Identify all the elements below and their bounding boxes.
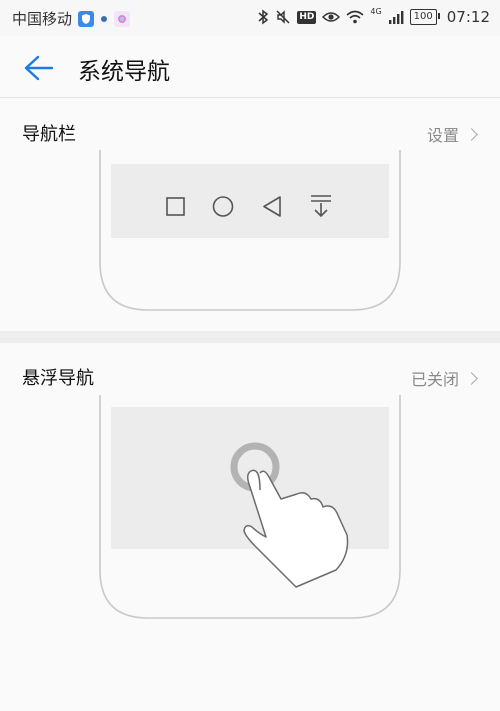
chevron-right-icon bbox=[465, 371, 478, 385]
floating-nav-label: 悬浮导航 bbox=[22, 368, 94, 389]
hd-badge: HD bbox=[297, 10, 317, 24]
arrow-left-icon bbox=[24, 55, 54, 81]
nav-bar-illustration bbox=[99, 150, 401, 311]
back-button[interactable] bbox=[20, 52, 56, 84]
section-separator bbox=[0, 331, 500, 343]
network-type-label: 4G bbox=[370, 7, 382, 16]
bluetooth-icon bbox=[257, 9, 269, 25]
carrier-label: 中国移动 bbox=[12, 10, 73, 28]
app-notification-icon bbox=[114, 10, 131, 27]
nav-bar-settings-link[interactable]: 设置 bbox=[426, 122, 478, 146]
dot-icon bbox=[100, 15, 108, 23]
wifi-icon bbox=[346, 10, 364, 24]
page-title: 系统导航 bbox=[78, 59, 170, 85]
floating-nav-toggle-link[interactable]: 已关闭 bbox=[410, 366, 478, 390]
mute-icon bbox=[275, 9, 291, 25]
signal-icon bbox=[388, 10, 404, 24]
shield-app-icon bbox=[78, 10, 95, 27]
floating-nav-illustration bbox=[99, 395, 401, 619]
nav-bar-label: 导航栏 bbox=[22, 124, 76, 145]
battery-icon: 100 bbox=[409, 9, 440, 25]
status-bar: 中国移动 HD 4G 100 07:12 bbox=[0, 0, 500, 36]
eye-comfort-icon bbox=[322, 10, 341, 24]
floating-nav-status: 已关闭 bbox=[410, 370, 459, 389]
nav-bar-settings-label: 设置 bbox=[426, 126, 459, 145]
chevron-right-icon bbox=[465, 127, 478, 141]
header-divider bbox=[0, 97, 500, 98]
app-bar: 系统导航 bbox=[0, 36, 500, 98]
clock: 07:12 bbox=[446, 8, 490, 26]
